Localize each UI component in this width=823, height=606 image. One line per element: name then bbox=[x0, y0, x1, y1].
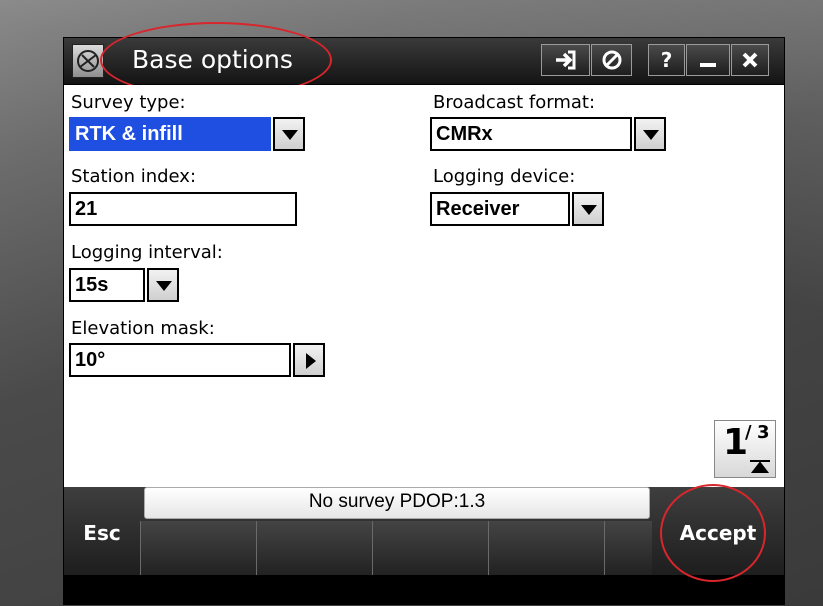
chevron-down-icon bbox=[282, 130, 298, 140]
chevron-down-icon bbox=[156, 281, 172, 291]
station-index-label: Station index: bbox=[71, 166, 197, 187]
logging-interval-label: Logging interval: bbox=[71, 242, 223, 263]
softkey-3[interactable] bbox=[372, 521, 488, 575]
elevation-mask-arrow-button[interactable] bbox=[293, 343, 325, 377]
status-bar: No survey PDOP:1.3 bbox=[144, 487, 650, 519]
elevation-mask-input[interactable]: 10° bbox=[69, 343, 291, 377]
page-total: 3 bbox=[757, 422, 770, 443]
chevron-down-icon bbox=[581, 205, 597, 215]
softkey-5[interactable] bbox=[604, 521, 652, 575]
page-arrow-icon bbox=[750, 460, 770, 473]
chevron-right-icon bbox=[306, 353, 316, 369]
survey-type-label: Survey type: bbox=[71, 92, 186, 113]
survey-type-dropdown-button[interactable] bbox=[273, 117, 305, 151]
broadcast-format-label: Broadcast format: bbox=[433, 92, 596, 113]
minimize-icon[interactable] bbox=[686, 44, 730, 76]
chevron-down-icon bbox=[643, 130, 659, 140]
cancel-icon[interactable] bbox=[591, 44, 632, 76]
station-index-input[interactable]: 21 bbox=[69, 192, 297, 226]
help-button[interactable]: ? bbox=[648, 44, 685, 76]
page-separator: / bbox=[745, 422, 752, 443]
softkey-2[interactable] bbox=[256, 521, 372, 575]
logging-device-label: Logging device: bbox=[433, 166, 576, 187]
exit-icon[interactable] bbox=[541, 44, 590, 76]
accept-annotation-circle bbox=[660, 484, 766, 582]
logging-device-dropdown-button[interactable] bbox=[572, 192, 604, 226]
logging-interval-select[interactable]: 15s bbox=[69, 268, 145, 302]
softkey-1[interactable] bbox=[140, 521, 256, 575]
broadcast-format-dropdown-button[interactable] bbox=[634, 117, 666, 151]
broadcast-format-select[interactable]: CMRx bbox=[430, 117, 632, 151]
softkey-4[interactable] bbox=[488, 521, 604, 575]
close-icon[interactable] bbox=[731, 44, 769, 76]
page-indicator-button[interactable]: 1 / 3 bbox=[714, 420, 776, 478]
esc-button[interactable]: Esc bbox=[64, 487, 140, 575]
survey-type-select[interactable]: RTK & infill bbox=[69, 117, 271, 151]
elevation-mask-label: Elevation mask: bbox=[71, 318, 215, 339]
logging-device-select[interactable]: Receiver bbox=[430, 192, 570, 226]
logging-interval-dropdown-button[interactable] bbox=[147, 268, 179, 302]
